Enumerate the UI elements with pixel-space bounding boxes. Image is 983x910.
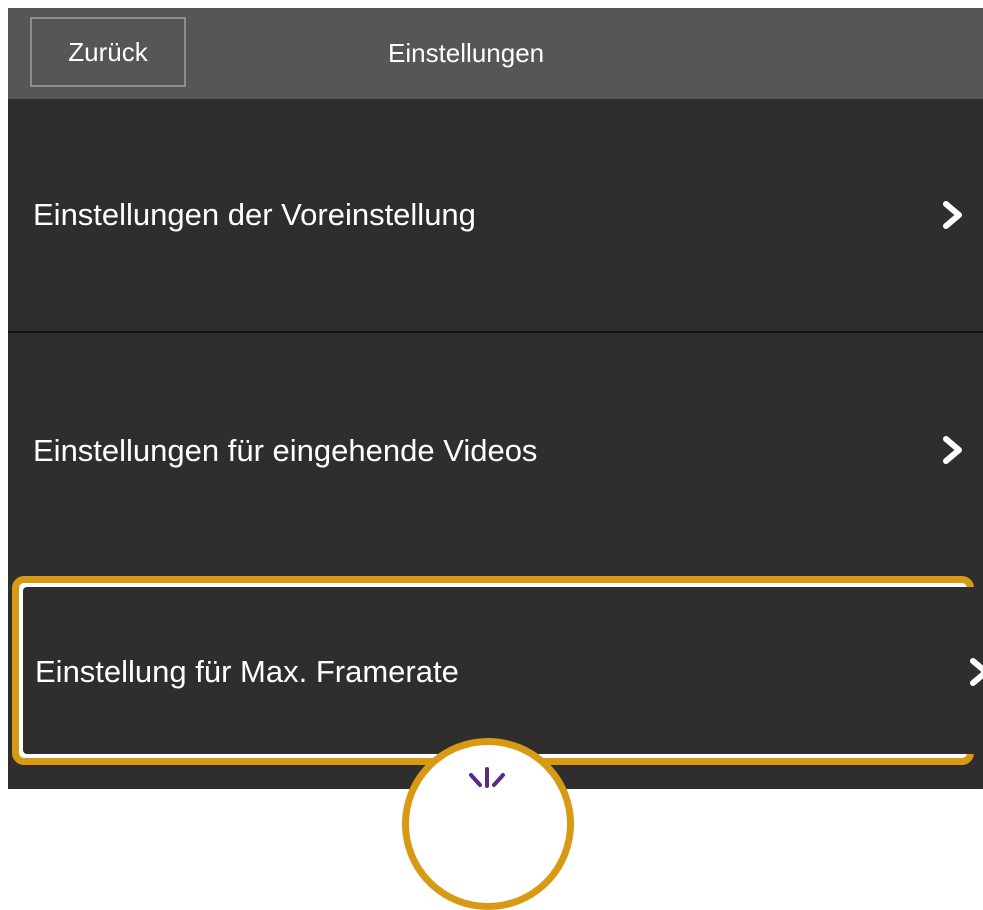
page-title: Einstellungen xyxy=(388,38,545,68)
row-label: Einstellungen für eingehende Videos xyxy=(33,433,538,468)
chevron-right-icon xyxy=(970,658,983,686)
tap-icon xyxy=(469,767,505,788)
chevron-right-icon xyxy=(943,436,962,464)
chevron-right-icon xyxy=(943,201,962,229)
back-button[interactable]: Zurück xyxy=(30,17,186,87)
row-label: Einstellung für Max. Framerate xyxy=(35,654,459,689)
highlight-callout: Einstellung für Max. Framerate xyxy=(12,576,983,765)
row-label: Einstellungen der Voreinstellung xyxy=(33,197,476,232)
navigation-bar: Zurück Einstellungen xyxy=(8,8,983,99)
settings-row-max-framerate[interactable]: Einstellung für Max. Framerate xyxy=(23,587,983,754)
settings-row-preset[interactable]: Einstellungen der Voreinstellung xyxy=(8,99,983,331)
tap-indicator xyxy=(402,738,574,910)
settings-row-incoming-video[interactable]: Einstellungen für eingehende Videos xyxy=(8,333,983,568)
